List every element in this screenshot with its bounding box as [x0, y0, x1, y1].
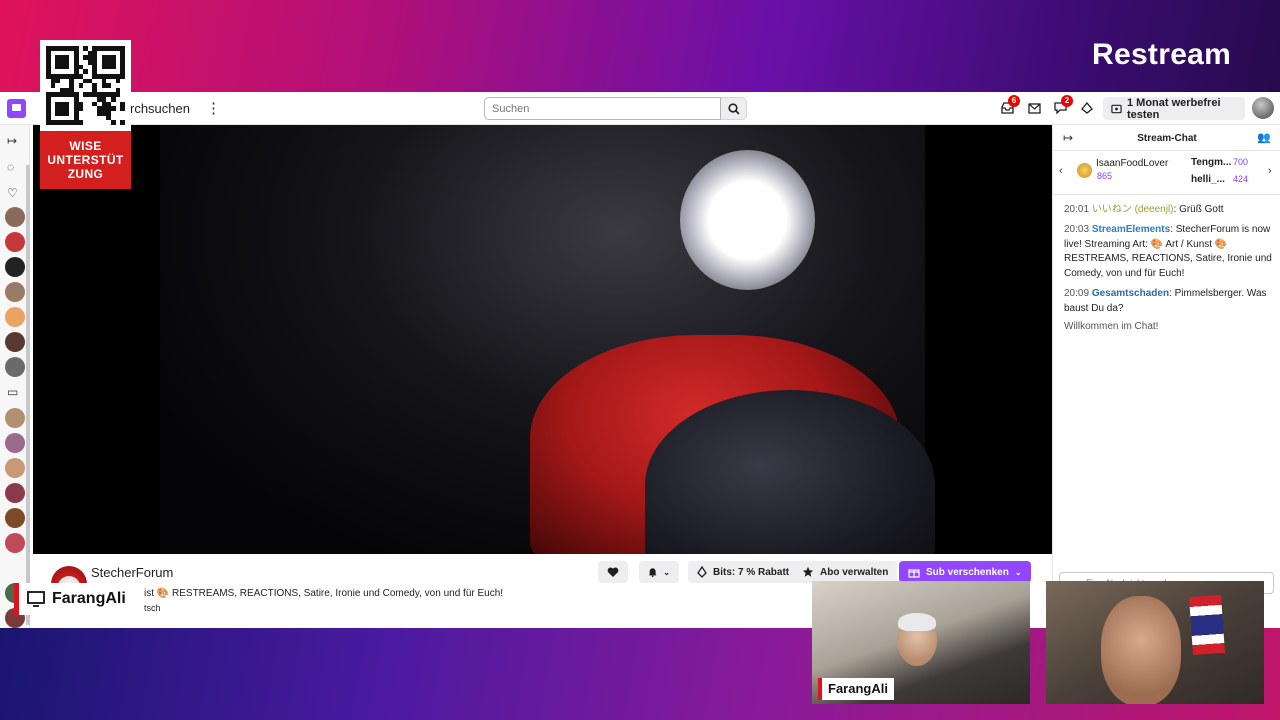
chat-message: 20:09 Gesamtschaden: Pimmelsberger. Was … [1064, 287, 1274, 316]
browse-link[interactable]: rchsuchen [130, 101, 190, 116]
whisper-button[interactable]: 2 [1052, 95, 1073, 116]
ad-free-label: 1 Monat werbefrei testen [1126, 96, 1221, 121]
search-input[interactable] [484, 97, 721, 120]
chevron-left-icon[interactable]: ‹ [1059, 165, 1063, 177]
guest-face [1101, 596, 1181, 704]
bits-leaderboard: ‹ IsaanFoodLover 865 Tengm... 700 helli_… [1053, 151, 1280, 195]
whisper-badge: 2 [1061, 95, 1073, 107]
message-user[interactable]: Gesamtschaden [1092, 288, 1169, 299]
chat-title: Stream-Chat [1137, 133, 1197, 144]
prime-button[interactable] [1079, 100, 1095, 116]
chat-panel: ↦ Stream-Chat 👥 ‹ IsaanFoodLover 865 Ten… [1052, 125, 1280, 628]
star-icon [802, 566, 814, 577]
message-text: : Grüß Gott [1173, 204, 1224, 215]
prime-icon [1081, 102, 1093, 114]
inbox-badge: 6 [1008, 95, 1020, 107]
users-icon[interactable]: 👥 [1257, 131, 1271, 144]
leaderboard-top-score: 865 [1097, 171, 1113, 181]
chevron-down-icon: ⌄ [1014, 567, 1022, 577]
sidebar-channel-avatar[interactable] [5, 408, 25, 428]
bell-icon [648, 568, 657, 578]
sidebar-channel-avatar[interactable] [5, 282, 25, 302]
recommended-icon[interactable]: ◌ [7, 160, 14, 174]
qr-pattern [46, 46, 125, 125]
video-frame [160, 125, 935, 554]
chat-message: 20:01 いいねン (deeenjl): Grüß Gott [1064, 203, 1274, 218]
message-user[interactable]: いいねン [1092, 204, 1132, 215]
thai-flag [1189, 594, 1225, 656]
leaderboard-row-score: 424 [1233, 174, 1249, 184]
notifications-button[interactable]: ⌄ [639, 561, 679, 583]
search-button[interactable] [721, 97, 747, 120]
guest-hair [898, 613, 936, 631]
guest-camera-2 [1046, 581, 1264, 704]
message-time: 20:09 [1064, 288, 1090, 299]
host-name: FarangAli [52, 590, 126, 607]
user-avatar[interactable] [1252, 97, 1274, 119]
ad-free-trial-button[interactable]: 1 Monat werbefrei testen [1103, 96, 1245, 121]
language-tag[interactable]: tsch [144, 603, 161, 613]
more-icon[interactable]: ⋮ [206, 99, 221, 117]
follow-button[interactable] [598, 561, 628, 583]
chat-header: ↦ Stream-Chat 👥 [1053, 125, 1280, 151]
inbox-button[interactable]: 6 [999, 95, 1020, 116]
wise-support-banner: WISE UNTERSTÜT ZUNG [40, 131, 131, 189]
sidebar-channel-avatar[interactable] [5, 508, 25, 528]
message-user[interactable]: StreamElements [1092, 224, 1170, 235]
gift-sub-label: Sub verschenken [926, 566, 1009, 578]
stream-title: ist 🎨 RESTREAMS, REACTIONS, Satire, Iron… [144, 588, 504, 599]
leaderboard-row-name[interactable]: Tengm... [1191, 157, 1231, 168]
sidebar-scrollbar[interactable] [26, 165, 30, 625]
video-icon[interactable]: ▭ [7, 385, 18, 399]
sidebar-channel-avatar[interactable] [5, 232, 25, 252]
sidebar-channel-avatar[interactable] [5, 483, 25, 503]
bits-label: Bits: 7 % Rabatt [713, 566, 790, 578]
message-time: 20:01 [1064, 204, 1090, 215]
heart-icon[interactable]: ♡ [7, 186, 18, 200]
leaderboard-top-name[interactable]: IsaanFoodLover [1096, 158, 1168, 169]
bits-button[interactable]: Bits: 7 % Rabatt [688, 561, 799, 583]
sidebar-channel-avatar[interactable] [5, 433, 25, 453]
camera-name-label: FarangAli [818, 678, 894, 700]
top-bar: rchsuchen ⋮ 6 2 1 Monat werbefrei testen [0, 92, 1280, 125]
host-name-tag: FarangAli [14, 583, 144, 615]
qr-code [40, 40, 131, 131]
message-time: 20:03 [1064, 224, 1090, 235]
chat-message: 20:03 StreamElements: StecherForum is no… [1064, 223, 1274, 281]
twitch-window: rchsuchen ⋮ 6 2 1 Monat werbefrei testen… [0, 92, 1280, 628]
leaderboard-row-name[interactable]: helli_... [1191, 174, 1225, 185]
ad-free-icon [1111, 104, 1122, 113]
sidebar-channel-avatar[interactable] [5, 207, 25, 227]
welcome-message: Willkommen im Chat! [1064, 321, 1159, 332]
headlamp-light [680, 150, 815, 290]
monitor-icon [27, 591, 45, 607]
restream-logo: Restream [1092, 38, 1232, 71]
sidebar-channel-avatar[interactable] [5, 357, 25, 377]
chevron-right-icon[interactable]: › [1268, 165, 1272, 177]
manage-sub-label: Abo verwalten [820, 566, 889, 578]
manage-subscription-button[interactable]: Abo verwalten [793, 561, 898, 583]
gift-icon [908, 569, 920, 578]
video-player[interactable] [33, 125, 1052, 554]
mail-button[interactable] [1026, 100, 1042, 116]
message-user-suffix: (deeenjl) [1134, 204, 1174, 215]
mail-icon [1027, 102, 1041, 114]
sidebar-channel-avatar[interactable] [5, 257, 25, 277]
channel-name[interactable]: StecherForum [91, 565, 173, 580]
gold-medal-icon [1077, 163, 1092, 178]
twitch-logo-icon[interactable] [7, 99, 26, 118]
sidebar-channel-avatar[interactable] [5, 458, 25, 478]
sidebar-channel-avatar[interactable] [5, 332, 25, 352]
followed-channels-sidebar: ↦ ◌ ♡ ▭ [0, 125, 30, 628]
search-icon [727, 102, 740, 115]
chevron-down-icon: ⌄ [663, 567, 670, 577]
heart-icon [607, 567, 619, 577]
sidebar-channel-avatar[interactable] [5, 533, 25, 553]
leaderboard-row-score: 700 [1233, 157, 1249, 167]
sidebar-channel-avatar[interactable] [5, 307, 25, 327]
expand-sidebar-icon[interactable]: ↦ [7, 134, 17, 148]
gift-sub-button[interactable]: Sub verschenken ⌄ [899, 561, 1031, 583]
bits-icon [697, 566, 707, 578]
